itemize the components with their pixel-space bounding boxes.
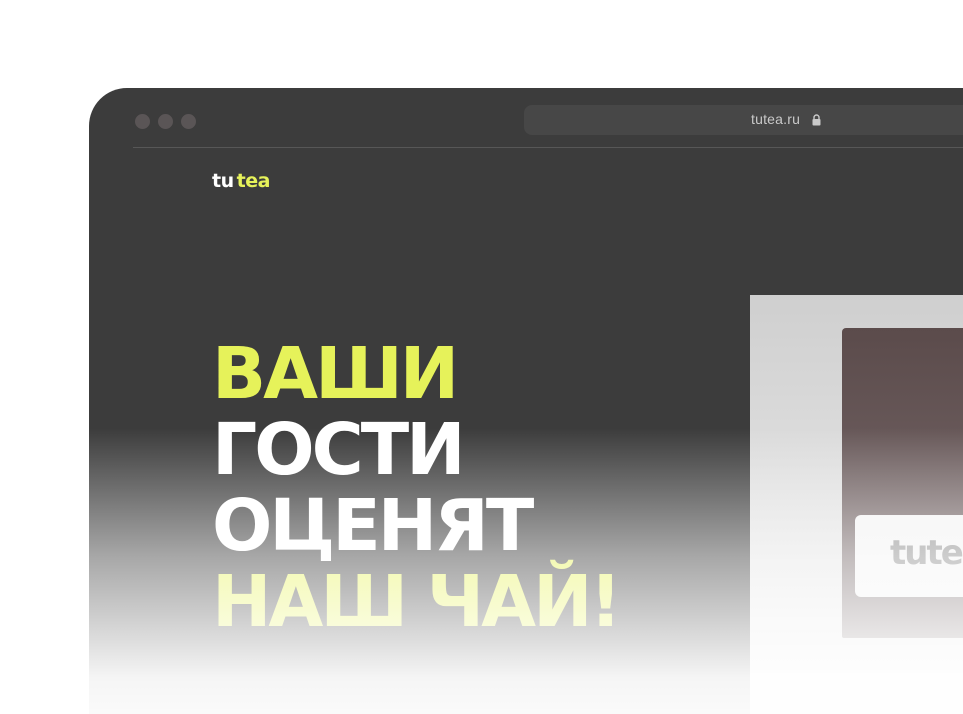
headline-line-1: ВАШИ (212, 332, 459, 415)
toolbar-divider (133, 147, 963, 148)
hero-headline: ВАШИ ГОСТИ ОЦЕНЯТ НАШ ЧАЙ! (212, 332, 622, 643)
headline-line-4: НАШ ЧАЙ! (212, 560, 622, 643)
address-bar[interactable]: tutea.ru (524, 105, 963, 135)
lock-icon (812, 114, 821, 126)
maximize-window-button[interactable] (181, 114, 196, 129)
window-controls (135, 114, 196, 129)
tea-box-label: tutea (855, 515, 963, 597)
site-logo[interactable]: tu tea (212, 170, 270, 192)
minimize-window-button[interactable] (158, 114, 173, 129)
headline-line-3: ОЦЕНЯТ (212, 484, 534, 567)
headline-line-2: ГОСТИ (212, 408, 466, 491)
photo-surface (750, 640, 963, 714)
logo-text-tu: tu (212, 170, 234, 192)
hero-product-photo: tutea (750, 295, 963, 714)
close-window-button[interactable] (135, 114, 150, 129)
stage: tutea.ru tu tea ВАШИ ГОСТИ ОЦЕНЯТ НАШ ЧАЙ… (0, 0, 963, 714)
browser-toolbar: tutea.ru (89, 88, 963, 148)
logo-text-tea: tea (236, 170, 271, 192)
address-text: tutea.ru (751, 111, 801, 127)
browser-window: tutea.ru tu tea ВАШИ ГОСТИ ОЦЕНЯТ НАШ ЧАЙ… (89, 88, 963, 714)
tea-box-label-text: tutea (890, 533, 963, 573)
